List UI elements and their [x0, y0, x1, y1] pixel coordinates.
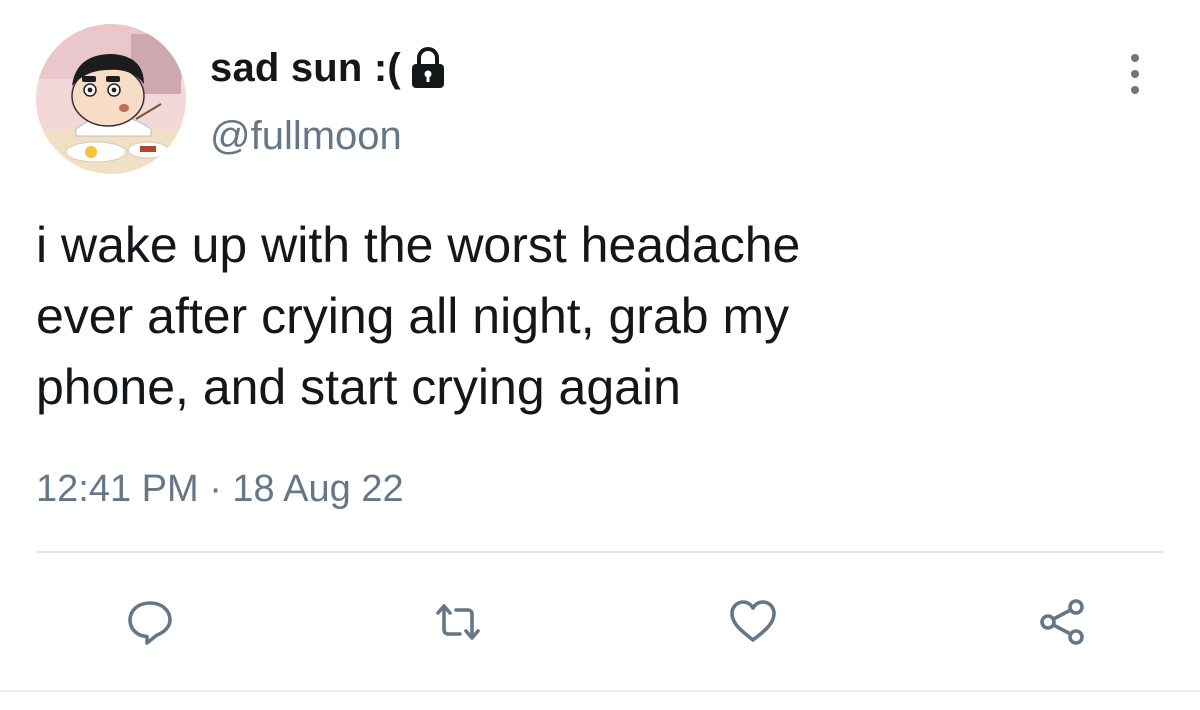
- display-name-row: sad sun :(: [210, 40, 447, 96]
- more-vertical-icon[interactable]: [1120, 50, 1150, 98]
- share-button[interactable]: [1034, 594, 1090, 650]
- retweet-icon: [436, 604, 480, 640]
- tweet-card: sad sun :( @fullmoon i wake up with the …: [0, 0, 1200, 710]
- retweet-button[interactable]: [430, 594, 486, 650]
- heart-icon: [730, 600, 776, 642]
- avatar[interactable]: [36, 24, 186, 174]
- display-name[interactable]: sad sun :(: [210, 46, 401, 91]
- like-button[interactable]: [725, 594, 781, 650]
- tweet-text-line: i wake up with the worst headache: [36, 217, 801, 273]
- divider: [36, 551, 1164, 553]
- tweet-timestamp[interactable]: 12:41 PM · 18 Aug 22: [36, 468, 404, 511]
- tweet-text-line: ever after crying all night, grab my: [36, 288, 790, 344]
- tweet-text: i wake up with the worst headache ever a…: [36, 210, 1156, 423]
- reply-button[interactable]: [122, 594, 178, 650]
- reply-icon: [128, 601, 172, 645]
- user-handle[interactable]: @fullmoon: [210, 114, 402, 159]
- bottom-divider: [0, 690, 1200, 692]
- tweet-text-line: phone, and start crying again: [36, 359, 681, 415]
- cartoon-boy-avatar-icon: [36, 24, 186, 174]
- lock-icon: [409, 46, 447, 90]
- share-icon: [1040, 599, 1084, 645]
